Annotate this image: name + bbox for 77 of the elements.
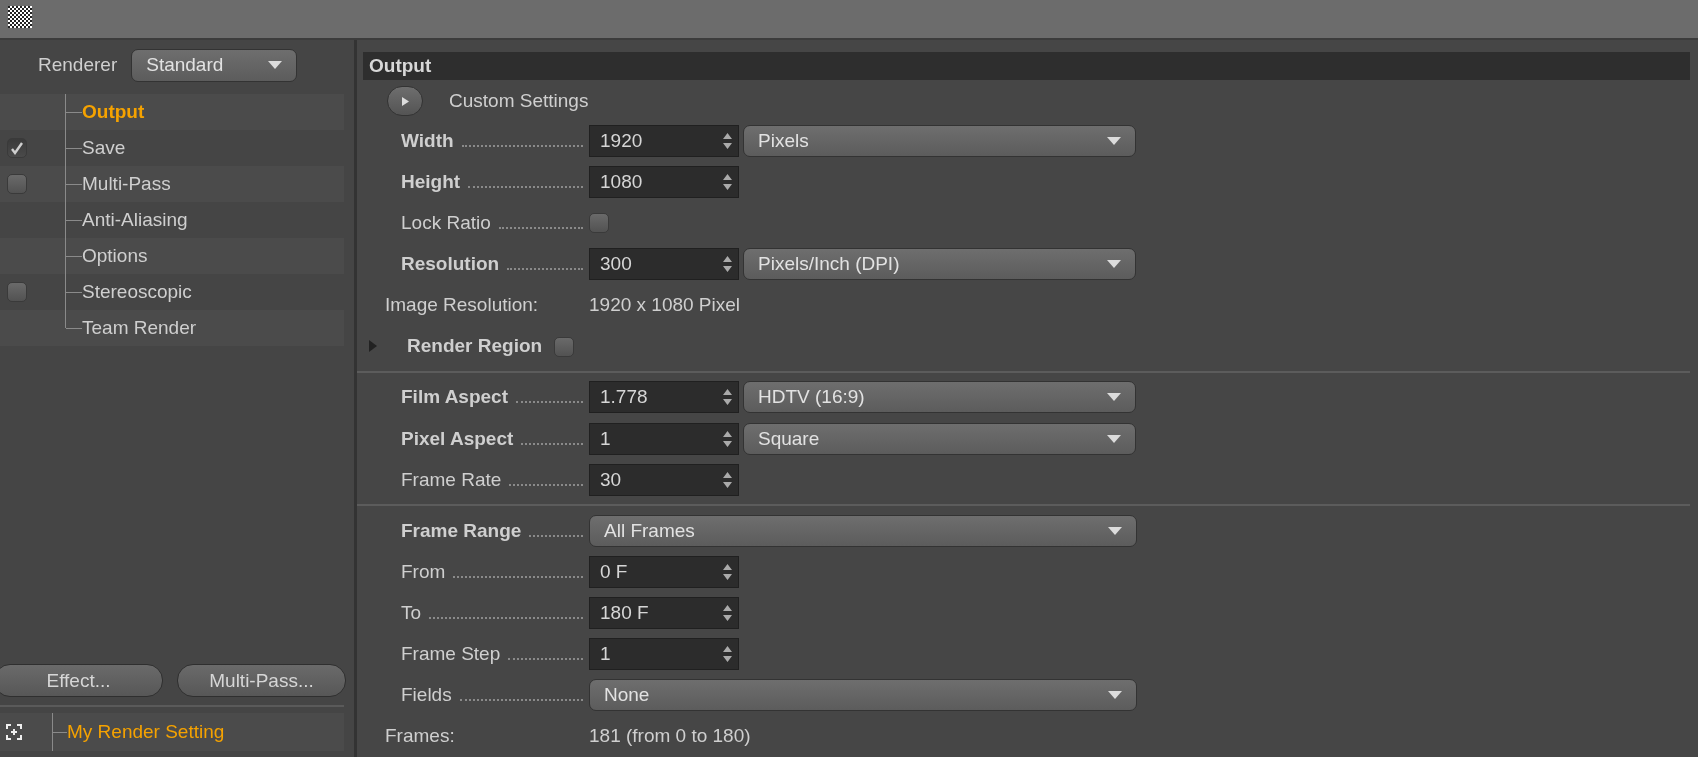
effect-button[interactable]: Effect...	[0, 664, 163, 697]
number-field[interactable]: 30	[589, 463, 739, 496]
render-setting-item[interactable]: My Render Setting	[0, 713, 344, 751]
spinner-icon	[723, 132, 732, 149]
info-label: Image Resolution:	[384, 294, 540, 317]
unit-dropdown[interactable]: HDTV (16:9)	[743, 381, 1136, 414]
tree-item[interactable]: Output	[0, 94, 344, 130]
field-label: Film Aspect	[401, 386, 508, 409]
number-field[interactable]: 180 F	[589, 597, 739, 629]
field-label: Lock Ratio	[401, 212, 491, 234]
caret-icon	[1107, 434, 1121, 443]
info-label: Frames:	[384, 725, 456, 748]
field-label: Frame Step	[401, 643, 501, 666]
spinner-icon	[723, 256, 732, 273]
section-header: Output	[363, 52, 1690, 80]
preset-label: Custom Settings	[449, 90, 589, 113]
info-value: 181 (from 0 to 180)	[589, 725, 751, 748]
item-label: Stereoscopic	[82, 281, 192, 303]
item-label: Options	[82, 245, 148, 267]
field-label: Resolution	[401, 253, 500, 276]
field-label: Height	[401, 170, 461, 193]
number-field[interactable]: 1080	[589, 165, 739, 198]
item-label: Team Render	[82, 317, 197, 339]
caret-icon	[1107, 260, 1121, 269]
field-label: Width	[401, 129, 454, 152]
checkbox[interactable]	[7, 282, 27, 302]
unit-dropdown[interactable]: Pixels/Inch (DPI)	[743, 248, 1136, 281]
spinner-icon	[723, 173, 732, 190]
field-label: Frame Rate	[401, 468, 502, 491]
checkbox[interactable]	[7, 174, 27, 194]
field-label: Fields	[401, 684, 452, 707]
info-value: 1920 x 1080 Pixel	[589, 294, 741, 317]
spinner-icon	[723, 430, 732, 447]
checkbox[interactable]	[7, 138, 27, 158]
multi-pass-button[interactable]: Multi-Pass...	[177, 664, 346, 697]
spinner-icon	[723, 605, 732, 621]
caret-icon	[1108, 526, 1122, 535]
item-label: Anti-Aliasing	[82, 209, 188, 231]
field-label: From	[401, 560, 446, 583]
renderer-label: Renderer	[38, 54, 118, 76]
field-label: Pixel Aspect	[401, 427, 514, 450]
number-field[interactable]: 1	[589, 638, 739, 671]
spinner-icon	[723, 389, 732, 406]
tree-item[interactable]: Multi-Pass	[0, 166, 344, 202]
focus-icon	[6, 724, 22, 740]
field-label: To	[401, 602, 422, 624]
caret-icon	[1107, 393, 1121, 402]
caret-icon	[1107, 136, 1121, 145]
unit-dropdown[interactable]: Pixels	[743, 124, 1136, 157]
select-dropdown[interactable]: None	[589, 679, 1137, 712]
number-field[interactable]: 1920	[589, 124, 739, 157]
caret-icon	[1108, 691, 1122, 700]
checkbox[interactable]	[589, 213, 609, 233]
tree-item[interactable]: Options	[0, 238, 344, 274]
renderer-dropdown[interactable]: Standard	[131, 48, 298, 82]
field-label: Render Region	[407, 335, 543, 358]
item-label: Multi-Pass	[82, 173, 171, 195]
spinner-icon	[723, 646, 732, 663]
tree-item[interactable]: Team Render	[0, 310, 344, 346]
caret-icon	[268, 61, 283, 69]
number-field[interactable]: 300	[589, 248, 739, 281]
preset-button[interactable]	[387, 86, 423, 117]
item-label: My Render Setting	[67, 721, 225, 743]
number-field[interactable]: 0 F	[589, 555, 739, 588]
checker-icon[interactable]	[8, 6, 32, 28]
spinner-icon	[723, 471, 732, 488]
item-label: Output	[82, 101, 145, 123]
checkbox[interactable]	[554, 337, 575, 358]
unit-dropdown[interactable]: Square	[743, 422, 1136, 455]
expand-arrow-icon[interactable]	[369, 340, 377, 353]
item-label: Save	[82, 137, 126, 159]
field-label: Frame Range	[401, 519, 522, 542]
spinner-icon	[723, 563, 732, 580]
play-icon	[401, 96, 409, 106]
select-dropdown[interactable]: All Frames	[589, 514, 1137, 547]
number-field[interactable]: 1.778	[589, 381, 739, 414]
number-field[interactable]: 1	[589, 422, 739, 455]
